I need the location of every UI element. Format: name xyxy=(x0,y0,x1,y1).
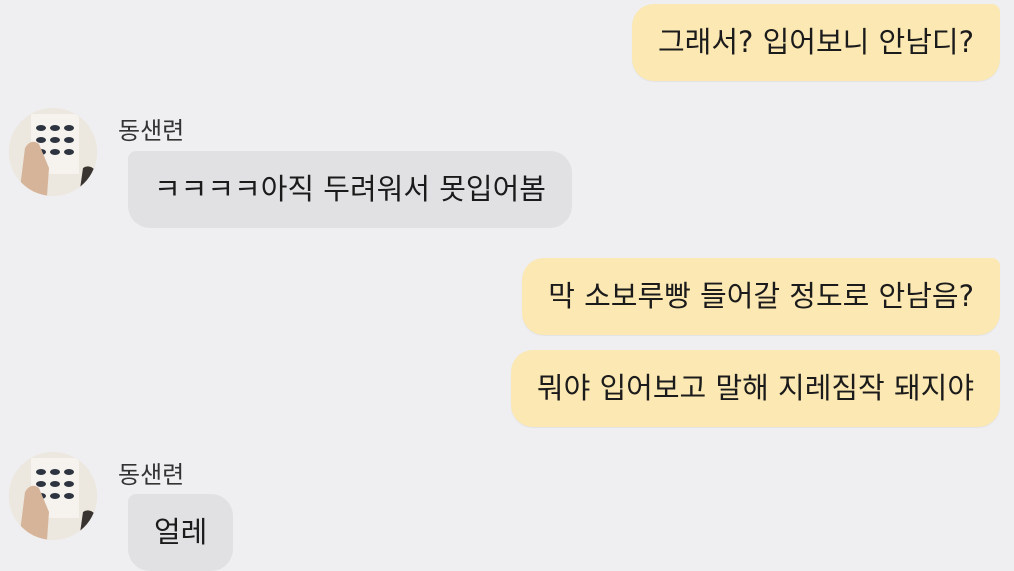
sender-name: 동샌련 xyxy=(118,117,185,145)
message-text: 그래서? 입어보니 안남디? xyxy=(657,25,974,59)
avatar-image xyxy=(9,452,97,540)
sender-name: 동샌련 xyxy=(118,461,185,489)
avatar-image xyxy=(9,108,97,196)
avatar[interactable] xyxy=(9,452,97,540)
message-bubble-incoming[interactable]: 얼레 xyxy=(128,494,234,571)
message-bubble-outgoing[interactable]: 막 소보루빵 들어갈 정도로 안남음? xyxy=(522,258,1000,335)
message-text: 막 소보루빵 들어갈 정도로 안남음? xyxy=(548,279,974,313)
message-bubble-outgoing[interactable]: 뭐야 입어보고 말해 지레짐작 돼지야 xyxy=(510,350,1000,427)
message-bubble-incoming[interactable]: ㅋㅋㅋㅋ아직 두려워서 못입어봄 xyxy=(128,151,572,228)
message-text: 얼레 xyxy=(154,515,208,549)
message-bubble-outgoing[interactable]: 그래서? 입어보니 안남디? xyxy=(631,4,1000,81)
message-text: 뭐야 입어보고 말해 지레짐작 돼지야 xyxy=(536,371,974,405)
message-text: ㅋㅋㅋㅋ아직 두려워서 못입어봄 xyxy=(154,172,546,206)
avatar[interactable] xyxy=(9,108,97,196)
